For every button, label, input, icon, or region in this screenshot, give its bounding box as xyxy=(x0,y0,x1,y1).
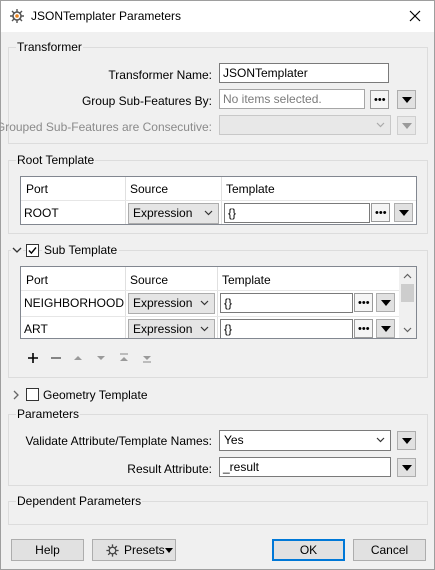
template-editor-button[interactable]: ••• xyxy=(354,319,373,338)
consecutive-label: Grouped Sub-Features are Consecutive: xyxy=(0,120,212,134)
dropdown-arrow-icon xyxy=(402,465,412,471)
validate-names-combo[interactable]: Yes xyxy=(219,430,391,451)
port-cell: ART xyxy=(24,322,48,336)
presets-button[interactable]: Presets xyxy=(92,539,176,561)
template-menu-button[interactable] xyxy=(376,293,395,312)
remove-row-icon[interactable] xyxy=(50,352,62,364)
app-icon xyxy=(10,9,24,23)
parameters-group-label: Parameters xyxy=(16,407,81,421)
scroll-up-icon[interactable] xyxy=(403,273,412,279)
transformer-name-input[interactable]: JSONTemplater xyxy=(219,63,389,83)
template-input[interactable]: {} xyxy=(224,203,370,223)
ellipsis-icon: ••• xyxy=(375,207,387,219)
source-combo[interactable]: Expression xyxy=(128,319,215,338)
geometry-template-label: Geometry Template xyxy=(43,388,148,402)
sub-template-table: Port Source Template NEIGHBORHOOD Expres… xyxy=(20,266,417,339)
template-input[interactable]: {} xyxy=(220,293,353,313)
column-divider xyxy=(217,267,218,338)
dropdown-arrow-icon xyxy=(402,438,412,444)
source-combo[interactable]: Expression xyxy=(128,203,219,224)
consecutive-combo xyxy=(219,115,391,135)
window-title: JSONTemplater Parameters xyxy=(31,9,182,23)
cancel-button[interactable]: Cancel xyxy=(353,539,426,561)
move-down-icon[interactable] xyxy=(96,353,106,363)
ellipsis-icon: ••• xyxy=(374,94,386,106)
template-editor-button[interactable]: ••• xyxy=(354,293,373,312)
expand-chevron-icon[interactable] xyxy=(12,389,20,401)
transformer-name-label: Transformer Name: xyxy=(108,68,212,82)
close-icon[interactable] xyxy=(404,5,426,27)
source-value: Expression xyxy=(133,322,193,336)
ellipsis-icon: ••• xyxy=(358,297,370,309)
move-to-bottom-icon[interactable] xyxy=(142,352,152,364)
chevron-down-icon xyxy=(204,210,213,216)
dropdown-arrow-icon xyxy=(165,548,173,553)
dropdown-arrow-icon xyxy=(399,210,409,216)
result-attribute-menu-button[interactable] xyxy=(397,458,416,477)
dropdown-arrow-icon xyxy=(402,97,412,103)
row-divider xyxy=(21,200,416,201)
column-header-template: Template xyxy=(226,182,275,196)
dropdown-arrow-icon xyxy=(402,123,412,129)
checkmark-icon xyxy=(28,247,37,255)
column-divider xyxy=(125,267,126,338)
transformer-group-label: Transformer xyxy=(16,40,83,54)
column-header-source: Source xyxy=(130,182,169,196)
group-by-menu-button[interactable] xyxy=(397,90,416,109)
source-value: Expression xyxy=(133,296,193,310)
chevron-down-icon xyxy=(200,326,209,332)
port-cell: NEIGHBORHOOD xyxy=(24,296,125,310)
source-combo[interactable]: Expression xyxy=(128,293,215,314)
row-divider xyxy=(21,316,399,317)
add-row-icon[interactable] xyxy=(27,352,39,364)
port-cell: ROOT xyxy=(24,206,59,220)
group-by-input[interactable]: No items selected. xyxy=(219,89,365,109)
root-template-table: Port Source Template ROOT Expression {} … xyxy=(20,176,417,225)
row-divider xyxy=(21,290,399,291)
collapse-chevron-icon[interactable] xyxy=(11,245,23,255)
sub-template-label: Sub Template xyxy=(42,243,120,257)
presets-label: Presets xyxy=(124,543,165,557)
result-attribute-input[interactable]: _result xyxy=(219,457,391,477)
group-by-label: Group Sub-Features By: xyxy=(81,94,212,108)
dependent-parameters-group-label: Dependent Parameters xyxy=(16,494,143,508)
template-editor-button[interactable]: ••• xyxy=(371,203,390,222)
validate-names-label: Validate Attribute/Template Names: xyxy=(25,434,212,448)
result-attribute-label: Result Attribute: xyxy=(127,462,212,476)
template-menu-button[interactable] xyxy=(376,319,395,338)
column-header-port: Port xyxy=(26,273,49,287)
template-input[interactable]: {} xyxy=(220,319,353,338)
ok-button[interactable]: OK xyxy=(272,539,345,561)
gear-icon xyxy=(106,544,119,557)
help-button[interactable]: Help xyxy=(11,539,84,561)
validate-names-value: Yes xyxy=(224,433,244,447)
dialog-window: JSONTemplater Parameters Transformer Tra… xyxy=(0,0,435,570)
column-header-source: Source xyxy=(130,273,169,287)
title-bar: JSONTemplater Parameters xyxy=(1,1,434,32)
geometry-template-checkbox[interactable] xyxy=(26,388,39,401)
move-up-icon[interactable] xyxy=(73,353,83,363)
chevron-down-icon xyxy=(376,122,385,128)
chevron-down-icon xyxy=(200,300,209,306)
group-by-browse-button[interactable]: ••• xyxy=(370,90,389,109)
column-header-template: Template xyxy=(222,273,271,287)
scrollbar-thumb[interactable] xyxy=(401,284,414,302)
column-header-port: Port xyxy=(26,182,49,196)
scrollbar[interactable] xyxy=(399,267,416,338)
consecutive-menu-button xyxy=(397,116,416,135)
root-template-group-label: Root Template xyxy=(16,153,96,167)
move-to-top-icon[interactable] xyxy=(119,352,129,364)
scroll-down-icon[interactable] xyxy=(403,327,412,333)
dropdown-arrow-icon xyxy=(381,326,391,332)
dropdown-arrow-icon xyxy=(381,300,391,306)
validate-names-menu-button[interactable] xyxy=(397,431,416,450)
template-menu-button[interactable] xyxy=(394,203,413,222)
sub-template-checkbox[interactable] xyxy=(26,244,39,257)
source-value: Expression xyxy=(133,206,193,220)
ellipsis-icon: ••• xyxy=(358,323,370,335)
chevron-down-icon xyxy=(376,437,385,443)
